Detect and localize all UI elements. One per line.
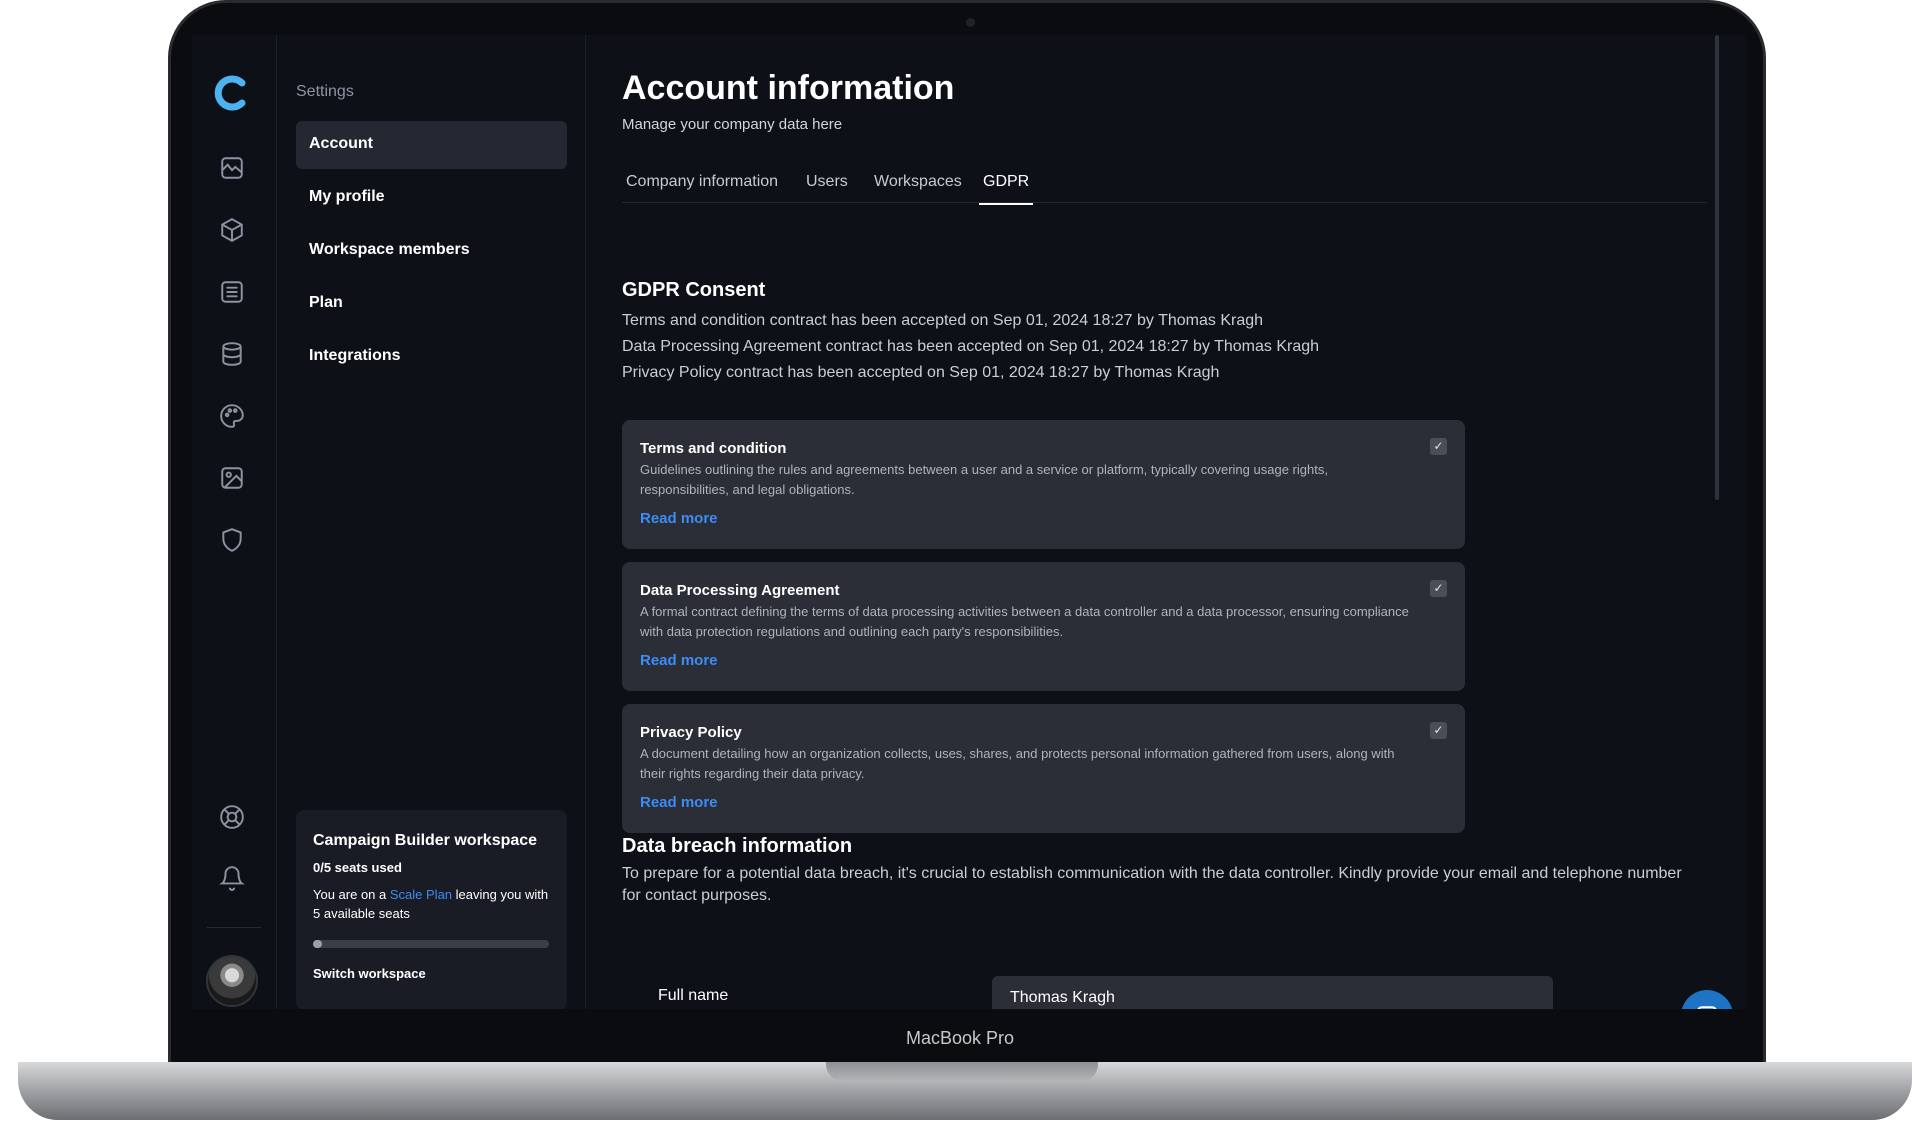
card-description: A document detailing how an organization… [640,746,1395,781]
app-screen: Settings Account My profile Workspace me… [192,35,1746,1009]
database-icon[interactable] [219,341,245,367]
plan-prefix: You are on a [313,887,390,902]
read-more-link[interactable]: Read more [640,652,718,669]
gdpr-consent-title: GDPR Consent [622,279,766,301]
laptop-notch [826,1062,1098,1082]
seats-progress-bar [313,940,549,948]
page-subtitle: Manage your company data here [622,116,843,133]
workspace-name: Campaign Builder workspace [313,832,538,849]
card-description: A formal contract defining the terms of … [640,604,1409,639]
settings-nav: Settings Account My profile Workspace me… [278,35,586,1009]
shield-icon[interactable] [219,527,245,553]
analytics-icon[interactable] [219,155,245,181]
data-breach-description: To prepare for a potential data breach, … [622,865,1682,904]
terms-card: Terms and condition Guidelines outlining… [622,420,1465,549]
scale-plan-link[interactable]: Scale Plan [390,887,452,902]
data-breach-title: Data breach information [622,835,853,857]
settings-title: Settings [296,83,354,100]
icon-rail [192,35,277,1009]
rail-divider [207,927,261,928]
full-name-input[interactable] [992,976,1553,1009]
chat-icon [1697,1006,1717,1009]
scrollbar[interactable] [1715,35,1719,500]
camera [966,18,975,27]
settings-item-account[interactable]: Account [296,121,567,169]
help-icon[interactable] [219,804,245,830]
workspace-seats: 0/5 seats used [313,860,402,875]
workspace-card: Campaign Builder workspace 0/5 seats use… [296,810,567,1009]
main-content: Account information Manage your company … [587,35,1727,1009]
list-icon[interactable] [219,279,245,305]
checkbox-checked-icon[interactable]: ✓ [1430,438,1447,455]
tab-workspaces[interactable]: Workspaces [870,173,966,203]
palette-icon[interactable] [219,403,245,429]
card-title: Data Processing Agreement [640,582,840,599]
workspace-plan-text: You are on a Scale Plan leaving you with… [313,885,550,923]
image-icon[interactable] [219,465,245,491]
checkbox-checked-icon[interactable]: ✓ [1430,722,1447,739]
read-more-link[interactable]: Read more [640,510,718,527]
bell-icon[interactable] [219,865,245,891]
avatar[interactable] [206,955,258,1007]
device-label: MacBook Pro [905,1028,1015,1048]
full-name-label: Full name [658,987,729,1004]
tab-company-information[interactable]: Company information [622,173,782,203]
tab-bar: Company information Users Workspaces GDP… [622,165,1707,205]
card-title: Terms and condition [640,440,787,457]
settings-item-my-profile[interactable]: My profile [296,174,567,222]
checkbox-checked-icon[interactable]: ✓ [1430,580,1447,597]
dpa-card: Data Processing Agreement A formal contr… [622,562,1465,691]
consent-line-dpa: Data Processing Agreement contract has b… [622,338,1320,355]
page-title: Account information [622,69,955,107]
consent-line-terms: Terms and condition contract has been ac… [622,312,1264,329]
tab-users[interactable]: Users [802,173,852,203]
switch-workspace-button[interactable]: Switch workspace [313,966,550,981]
tab-gdpr[interactable]: GDPR [979,173,1034,205]
privacy-card: Privacy Policy A document detailing how … [622,704,1465,833]
box-icon[interactable] [219,217,245,243]
read-more-link[interactable]: Read more [640,794,718,811]
settings-item-workspace-members[interactable]: Workspace members [296,227,567,275]
settings-item-plan[interactable]: Plan [296,280,567,328]
logo-icon[interactable] [212,73,252,113]
card-title: Privacy Policy [640,724,742,741]
settings-item-integrations[interactable]: Integrations [296,333,567,381]
consent-line-privacy: Privacy Policy contract has been accepte… [622,364,1220,381]
seats-progress-fill [313,940,323,948]
card-description: Guidelines outlining the rules and agree… [640,462,1328,497]
